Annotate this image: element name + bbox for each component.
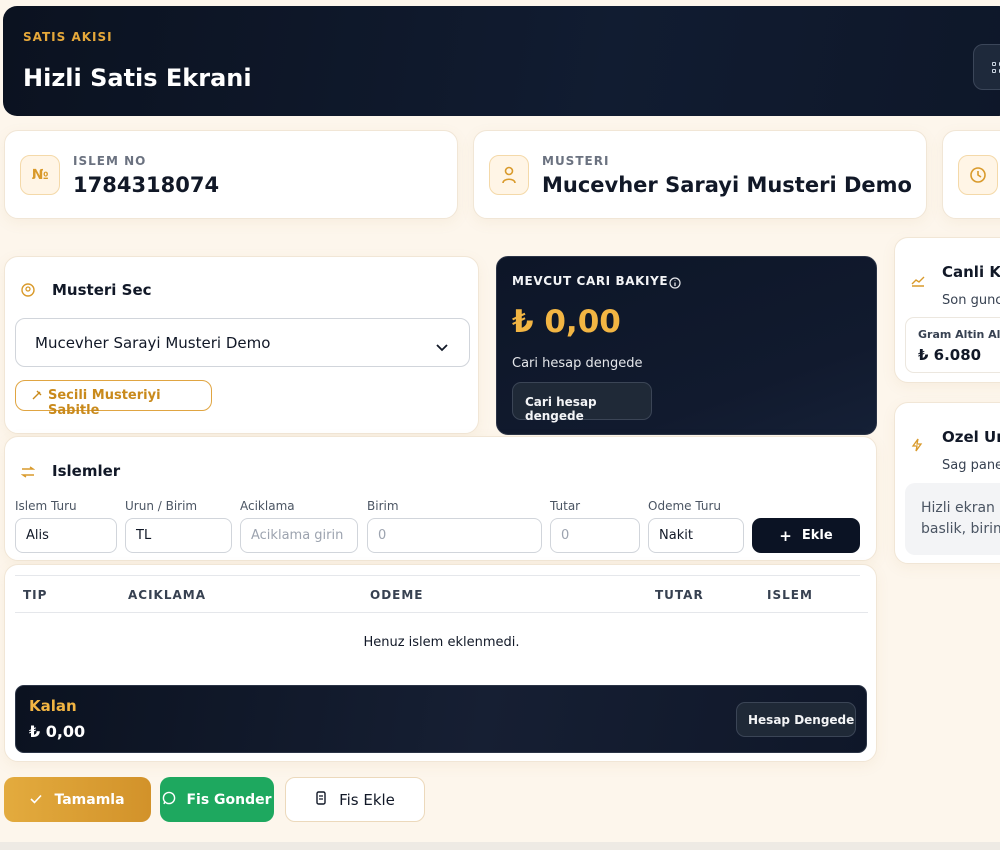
receipt-icon [315,790,327,809]
customer-select-panel: Musteri Sec Mucevher Sarayi Musteri Demo… [4,256,479,434]
total-input[interactable]: 0 [550,518,640,553]
empty-table-message: Henuz islem eklenmedi. [363,635,520,650]
remaining-status-badge: Hesap Dengede [736,702,856,737]
whatsapp-icon [162,791,176,809]
check-icon [30,792,43,808]
rate-item-label: Gram Altin Alis [918,328,1000,341]
special-product-note-line-2: baslik, birim [921,521,1000,537]
user-circle-icon [21,282,35,301]
amount-unit-input[interactable]: 0 [367,518,542,553]
add-transaction-button[interactable]: + Ekle [752,518,860,553]
header-kicker: SATIS AKISI [23,30,113,44]
send-receipt-label: Fis Gonder [186,791,272,808]
balance-label: MEVCUT CARI BAKIYE [512,274,669,288]
customer-value: Mucevher Sarayi Musteri Demo [542,173,912,197]
live-rates-panel: Canli Ku Son gunc Gram Altin Alis ₺ 6.08… [894,237,1000,383]
customer-label: MUSTERI [542,154,610,168]
column-header-description: ACIKLAMA [128,588,207,602]
complete-label: Tamamla [54,791,125,808]
unit-label: Urun / Birim [125,499,198,513]
special-product-note-line-1: Hizli ekran i [921,500,1000,516]
description-label: Aciklama [240,499,295,513]
pin-customer-label: Secili Musteriyi Sabitle [48,388,161,418]
transactions-title: Islemler [52,462,121,480]
unit-select[interactable]: TL [125,518,232,553]
remaining-amount: ₺ 0,00 [29,722,86,741]
balance-status-badge: Cari hesap dengede [512,382,652,423]
remaining-label: Kalan [29,697,77,715]
type-select[interactable]: Alis [15,518,117,553]
column-header-payment: ODEME [370,588,424,602]
column-header-type: TIP [23,588,48,602]
special-product-panel: Ozel Uru Sag pane Hizli ekran i baslik, … [894,402,1000,564]
column-header-action: ISLEM [767,588,813,602]
page-title: Hizli Satis Ekrani [23,64,252,92]
transaction-no-label: ISLEM NO [73,154,147,168]
transactions-panel: Islemler Islem Turu Alis Urun / Birim TL… [4,436,877,561]
send-receipt-button[interactable]: Fis Gonder [160,777,274,822]
info-icon[interactable] [669,274,681,293]
page-header: SATIS AKISI Hizli Satis Ekrani [3,6,1000,116]
pin-icon [31,389,43,405]
number-sign-icon: № [20,155,60,195]
balance-status: Cari hesap dengede [512,356,643,371]
trend-icon [911,272,925,291]
column-header-total: TUTAR [655,588,704,602]
bottom-divider [0,842,1000,850]
remaining-status-label: Hesap Dengede [748,713,855,727]
swap-icon [20,463,36,482]
bolt-icon [911,437,923,456]
customer-dropdown-value: Mucevher Sarayi Musteri Demo [35,334,271,352]
rate-item[interactable]: Gram Altin Alis ₺ 6.080 [905,317,1000,373]
transactions-table: TIP ACIKLAMA ODEME TUTAR ISLEM Henuz isl… [4,564,877,762]
type-label: Islem Turu [15,499,77,513]
special-product-subtitle: Sag pane [942,458,1000,473]
clock-icon [958,155,998,195]
add-receipt-label: Fis Ekle [339,790,395,809]
description-input[interactable]: Aciklama girin [240,518,358,553]
balance-amount: ₺ 0,00 [512,304,621,340]
total-label: Tutar [550,499,581,513]
time-card [942,130,1000,219]
payment-select[interactable]: Nakit [648,518,744,553]
add-receipt-button[interactable]: Fis Ekle [285,777,425,822]
complete-button[interactable]: Tamamla [4,777,151,822]
live-rates-title: Canli Ku [942,263,1000,281]
customer-dropdown[interactable]: Mucevher Sarayi Musteri Demo [15,318,470,367]
customer-select-title: Musteri Sec [52,281,152,299]
special-product-note: Hizli ekran i baslik, birim [905,483,1000,555]
transaction-no-value: 1784318074 [73,173,220,197]
payment-label: Odeme Turu [648,499,721,513]
plus-icon: + [779,526,792,545]
live-rates-subtitle: Son gunc [942,293,1000,308]
customer-card: MUSTERI Mucevher Sarayi Musteri Demo [473,130,927,219]
amount-unit-label: Birim [367,499,399,513]
apps-grid-button[interactable] [973,44,1000,90]
special-product-title: Ozel Uru [942,428,1000,446]
rate-item-value: ₺ 6.080 [918,346,982,364]
user-icon [489,155,529,195]
remaining-bar: Kalan ₺ 0,00 Hesap Dengede [15,685,867,753]
table-header-divider [15,612,868,613]
balance-status-badge-label: Cari hesap dengede [525,395,597,423]
table-header-top-border [15,575,860,576]
transaction-no-card: № ISLEM NO 1784318074 [4,130,458,219]
balance-card: MEVCUT CARI BAKIYE ₺ 0,00 Cari hesap den… [496,256,877,435]
chevron-down-icon [436,337,448,356]
pin-customer-button[interactable]: Secili Musteriyi Sabitle [15,380,212,418]
add-transaction-label: Ekle [801,528,833,543]
